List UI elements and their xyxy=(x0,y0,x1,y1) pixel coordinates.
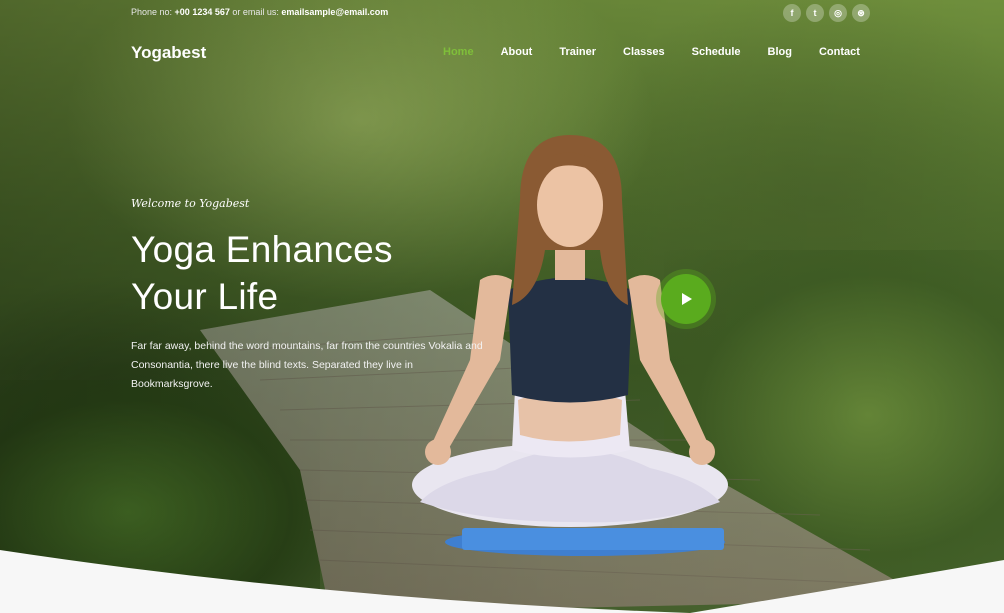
instagram-icon[interactable]: ◎ xyxy=(829,4,847,22)
welcome-tagline: Welcome to Yogabest xyxy=(131,197,250,210)
hero-title-line1: Yoga Enhances xyxy=(131,229,393,270)
social-links: f t ◎ ⊛ xyxy=(783,4,870,22)
nav-about[interactable]: About xyxy=(501,46,533,58)
phone-label: Phone no: xyxy=(131,7,175,17)
nav-home[interactable]: Home xyxy=(443,46,474,58)
play-icon xyxy=(682,293,692,305)
email-label: or email us: xyxy=(229,7,282,17)
bottom-curve-divider xyxy=(0,550,1004,613)
facebook-icon[interactable]: f xyxy=(783,4,801,22)
nav-classes[interactable]: Classes xyxy=(623,46,665,58)
twitter-icon[interactable]: t xyxy=(806,4,824,22)
nav-trainer[interactable]: Trainer xyxy=(559,46,596,58)
phone-number[interactable]: +00 1234 567 xyxy=(175,7,230,17)
nav-blog[interactable]: Blog xyxy=(768,46,792,58)
contact-info-bar: Phone no: +00 1234 567 or email us: emai… xyxy=(131,7,388,17)
site-logo[interactable]: Yogabest xyxy=(131,43,206,63)
nav-schedule[interactable]: Schedule xyxy=(692,46,741,58)
dribbble-icon[interactable]: ⊛ xyxy=(852,4,870,22)
main-nav: Home About Trainer Classes Schedule Blog… xyxy=(443,46,887,58)
hero-title: Yoga Enhances Your Life xyxy=(131,226,461,320)
hero-description: Far far away, behind the word mountains,… xyxy=(131,340,483,390)
email-address[interactable]: emailsample@email.com xyxy=(281,7,388,17)
play-video-button[interactable] xyxy=(661,274,711,324)
hero-title-line2: Your Life xyxy=(131,276,279,317)
nav-contact[interactable]: Contact xyxy=(819,46,860,58)
